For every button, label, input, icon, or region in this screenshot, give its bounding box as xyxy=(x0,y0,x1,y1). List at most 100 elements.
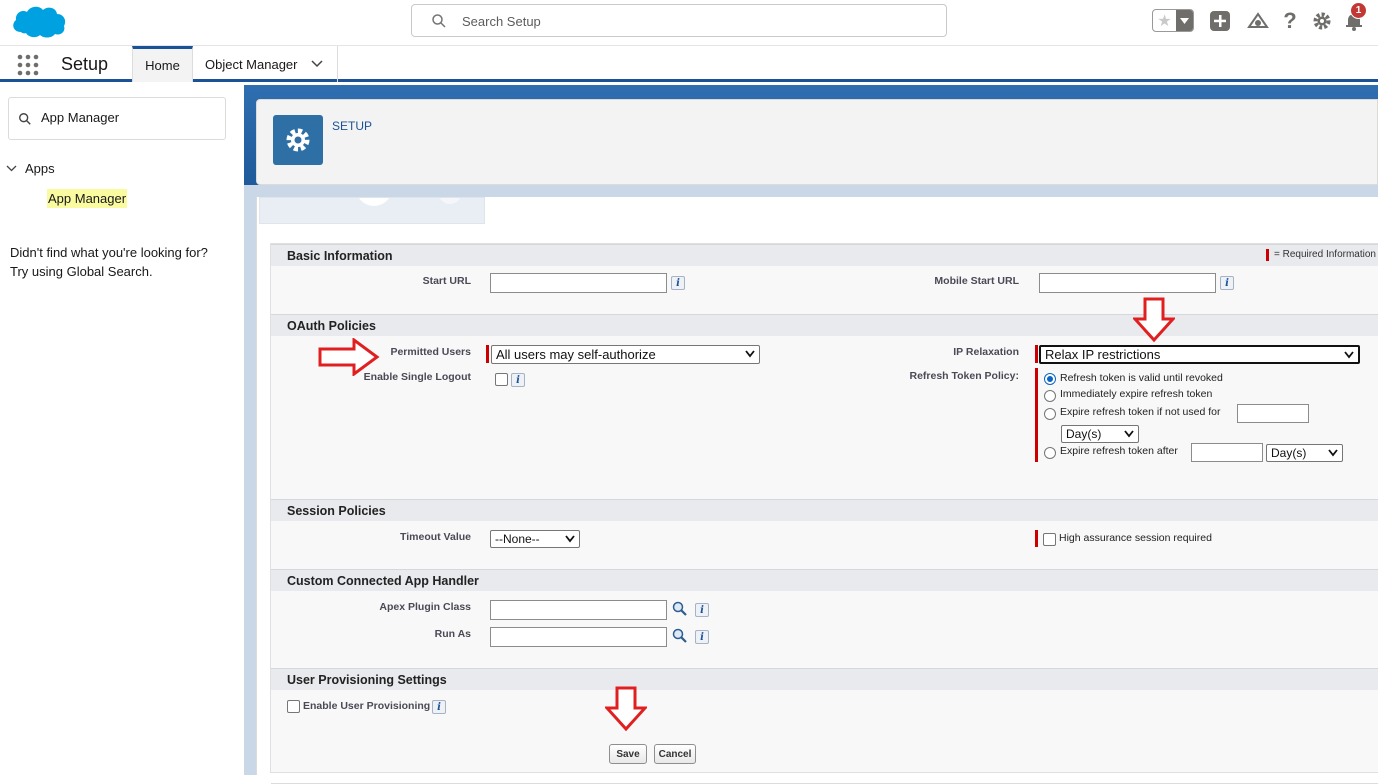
run-as-field[interactable] xyxy=(490,627,667,647)
cancel-button[interactable]: Cancel xyxy=(654,744,696,764)
expire-after-value-field[interactable] xyxy=(1191,443,1263,462)
info-icon[interactable]: i xyxy=(511,373,525,387)
chevron-down-icon xyxy=(565,535,575,543)
permitted-users-select[interactable]: All users may self-authorize xyxy=(491,345,760,364)
section-title: Custom Connected App Handler xyxy=(287,574,479,588)
setup-gear-icon xyxy=(273,115,323,165)
enable-user-provisioning-checkbox[interactable] xyxy=(287,700,300,713)
refresh-option-expire-if-not-used-radio[interactable] xyxy=(1044,408,1056,420)
info-icon[interactable]: i xyxy=(671,276,685,290)
required-marker xyxy=(1035,368,1038,462)
lookup-icon[interactable] xyxy=(672,628,688,644)
tree-node-app-manager[interactable]: App Manager xyxy=(47,189,128,208)
required-marker xyxy=(1035,345,1038,363)
global-actions-add-icon[interactable] xyxy=(1208,9,1232,33)
required-marker xyxy=(1265,249,1269,261)
section-basic-information: Basic Information = Required Information xyxy=(271,244,1378,266)
quick-find-box[interactable] xyxy=(8,97,226,140)
sidebar-help-text: Didn't find what you're looking for? Try… xyxy=(10,243,208,281)
timeout-value-select[interactable]: --None-- xyxy=(490,530,580,548)
info-icon[interactable]: i xyxy=(695,630,709,644)
lookup-icon[interactable] xyxy=(672,601,688,617)
chevron-down-icon xyxy=(1124,430,1134,438)
refresh-token-policy-label: Refresh Token Policy: xyxy=(909,370,1019,382)
section-oauth-policies: OAuth Policies xyxy=(271,314,1378,336)
start-url-label: Start URL xyxy=(422,275,471,287)
tab-home-label: Home xyxy=(145,58,180,73)
favorites-group: ★ xyxy=(1152,9,1194,32)
ip-relaxation-select[interactable]: Relax IP restrictions xyxy=(1039,345,1360,364)
chevron-down-icon xyxy=(1180,17,1189,24)
quick-find-input[interactable] xyxy=(41,110,211,125)
start-url-field[interactable] xyxy=(490,273,667,293)
help-line-2: Try using Global Search. xyxy=(10,264,153,279)
apex-plugin-class-field[interactable] xyxy=(490,600,667,620)
expire-not-used-unit-select[interactable]: Day(s) xyxy=(1061,425,1139,443)
unit-value: Day(s) xyxy=(1066,427,1102,441)
high-assurance-checkbox[interactable] xyxy=(1043,533,1056,546)
high-assurance-label: High assurance session required xyxy=(1059,532,1212,544)
section-user-provisioning: User Provisioning Settings xyxy=(271,668,1378,690)
run-as-label: Run As xyxy=(434,628,471,640)
app-launcher-icon[interactable] xyxy=(17,54,39,76)
section-title: User Provisioning Settings xyxy=(287,673,447,687)
gear-icon[interactable] xyxy=(1310,9,1334,33)
tree-node-apps[interactable]: Apps xyxy=(6,161,55,176)
required-legend-text: = Required Information xyxy=(1273,249,1376,260)
annotation-arrow-right-icon xyxy=(318,338,380,376)
refresh-option-immediately-expire-radio[interactable] xyxy=(1044,390,1056,402)
expire-after-unit-select[interactable]: Day(s) xyxy=(1266,444,1343,462)
help-line-1: Didn't find what you're looking for? xyxy=(10,245,208,260)
permitted-users-value: All users may self-authorize xyxy=(496,347,656,362)
setup-sidebar: Apps App Manager Didn't find what you're… xyxy=(0,85,244,775)
required-marker xyxy=(1035,530,1038,547)
section-title: Session Policies xyxy=(287,504,386,518)
refresh-option-label: Expire refresh token after xyxy=(1060,445,1178,457)
apex-plugin-class-label: Apex Plugin Class xyxy=(379,601,471,613)
global-search[interactable] xyxy=(411,4,947,37)
section-title: OAuth Policies xyxy=(287,319,376,333)
tab-home[interactable]: Home xyxy=(132,46,193,82)
info-icon[interactable]: i xyxy=(1220,276,1234,290)
unit-value: Day(s) xyxy=(1271,446,1307,460)
ip-relaxation-label: IP Relaxation xyxy=(953,346,1019,358)
search-icon xyxy=(19,113,31,125)
chevron-down-icon xyxy=(745,350,755,358)
chevron-down-icon[interactable] xyxy=(6,165,17,172)
page-content: Basic Information = Required Information… xyxy=(256,197,1378,784)
section-session-policies: Session Policies xyxy=(271,499,1378,521)
timeout-value-label: Timeout Value xyxy=(400,531,471,543)
favorite-star-icon[interactable]: ★ xyxy=(1153,10,1176,31)
app-logo-preview xyxy=(259,197,485,224)
refresh-option-label: Expire refresh token if not used for xyxy=(1060,406,1221,418)
enable-user-provisioning-label: Enable User Provisioning xyxy=(303,700,431,712)
info-icon[interactable]: i xyxy=(432,700,446,714)
refresh-option-label: Immediately expire refresh token xyxy=(1060,388,1213,400)
save-button[interactable]: Save xyxy=(609,744,647,764)
section-custom-handler: Custom Connected App Handler xyxy=(271,569,1378,591)
refresh-option-valid-until-revoked-radio[interactable] xyxy=(1044,373,1056,385)
annotation-arrow-down-icon xyxy=(605,686,647,732)
timeout-value: --None-- xyxy=(495,532,540,546)
section-title: Basic Information xyxy=(287,249,393,263)
mobile-start-url-field[interactable] xyxy=(1039,273,1216,293)
refresh-option-expire-after-radio[interactable] xyxy=(1044,447,1056,459)
chevron-down-icon xyxy=(1328,449,1338,457)
enable-single-logout-checkbox[interactable] xyxy=(495,373,508,386)
info-icon[interactable]: i xyxy=(695,603,709,617)
ip-relaxation-value: Relax IP restrictions xyxy=(1045,347,1161,362)
trailhead-icon[interactable] xyxy=(1246,9,1270,33)
mobile-start-url-label: Mobile Start URL xyxy=(934,275,1019,287)
tree-node-apps-label: Apps xyxy=(25,161,55,176)
notification-count-badge: 1 xyxy=(1350,2,1367,19)
page-header-eyebrow: SETUP xyxy=(332,119,373,133)
salesforce-logo[interactable] xyxy=(9,2,69,42)
expire-not-used-value-field[interactable] xyxy=(1237,404,1309,423)
favorites-list-button[interactable] xyxy=(1176,10,1193,31)
context-nav: Setup Home Object Manager xyxy=(0,46,1378,82)
page-header: SETUP xyxy=(256,99,1378,185)
help-icon[interactable]: ? xyxy=(1278,8,1302,33)
tab-object-manager[interactable]: Object Manager xyxy=(193,46,338,82)
chevron-down-icon[interactable] xyxy=(311,60,323,68)
search-input[interactable] xyxy=(462,11,922,31)
